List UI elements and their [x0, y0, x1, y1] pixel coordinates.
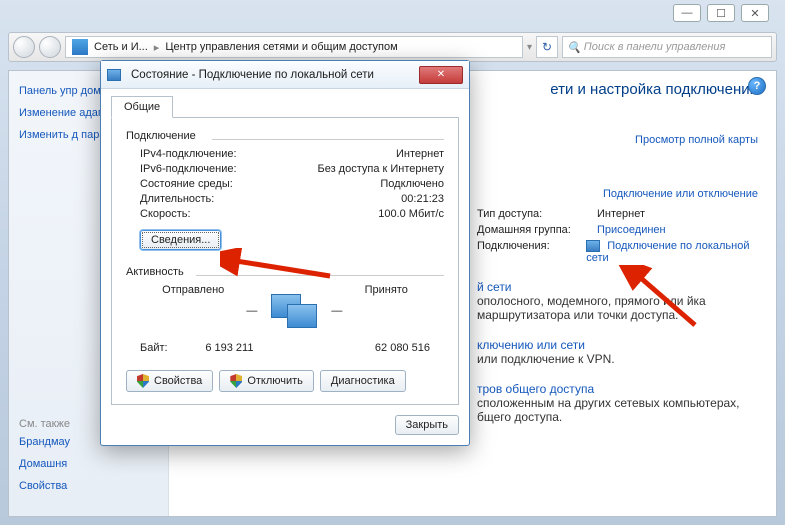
section-new-network[interactable]: й сети	[477, 280, 758, 294]
section-connect[interactable]: ключению или сети	[477, 338, 758, 352]
search-input[interactable]: 🔍 Поиск в панели управления	[562, 36, 772, 58]
speed-value: 100.0 Мбит/с	[378, 208, 444, 220]
section-desc: сположенным на других сетевых компьютера…	[477, 396, 758, 424]
lan-connection-link[interactable]: Подключение по локальной сети	[586, 240, 749, 264]
shield-icon	[230, 374, 242, 388]
access-type-value: Интернет	[597, 208, 645, 220]
help-icon[interactable]: ?	[748, 77, 766, 95]
window-controls: — ☐ ✕	[673, 4, 769, 22]
network-center-icon	[72, 39, 88, 55]
network-adapter-icon	[586, 240, 600, 252]
bytes-row: Байт: 6 193 211 62 080 516	[140, 342, 430, 354]
magnifier-icon: 🔍	[567, 41, 581, 54]
forward-button[interactable]	[39, 36, 61, 58]
maximize-button[interactable]: ☐	[707, 4, 735, 22]
disable-button-label: Отключить	[247, 375, 303, 387]
close-window-button[interactable]: ✕	[741, 4, 769, 22]
connect-disconnect-link[interactable]: Подключение или отключение	[603, 188, 758, 200]
tab-panel: Подключение IPv4-подключение: Интернет IP…	[111, 117, 459, 405]
back-button[interactable]	[13, 36, 35, 58]
access-type-label: Тип доступа:	[477, 208, 597, 220]
homegroup-label: Домашняя группа:	[477, 224, 597, 236]
ipv4-label: IPv4-подключение:	[140, 148, 237, 160]
shield-icon	[137, 374, 149, 388]
group-connection: Подключение	[126, 130, 444, 142]
properties-button-label: Свойства	[154, 375, 202, 387]
close-button[interactable]: Закрыть	[395, 415, 459, 435]
section-sharing[interactable]: тров общего доступа	[477, 382, 758, 396]
properties-button[interactable]: Свойства	[126, 370, 213, 392]
diagnose-button[interactable]: Диагностика	[320, 370, 406, 392]
toolbar: Сеть и И... ▸ Центр управления сетями и …	[8, 32, 777, 62]
connections-label: Подключения:	[477, 240, 586, 264]
chevron-right-icon: ▸	[154, 41, 160, 54]
dialog-titlebar[interactable]: Состояние - Подключение по локальной сет…	[101, 61, 469, 89]
dialog-close-button[interactable]: ✕	[419, 66, 463, 84]
media-state-value: Подключено	[380, 178, 444, 190]
duration-value: 00:21:23	[401, 193, 444, 205]
speed-label: Скорость:	[140, 208, 191, 220]
activity-header: Отправлено —— Принято	[140, 284, 430, 338]
ipv4-value: Интернет	[396, 148, 444, 160]
breadcrumb-dropdown-button[interactable]: ▾	[527, 42, 532, 53]
disable-button[interactable]: Отключить	[219, 370, 314, 392]
details-button[interactable]: Сведения...	[140, 230, 221, 250]
bytes-sent-value: 6 193 211	[205, 342, 253, 354]
minimize-button[interactable]: —	[673, 4, 701, 22]
received-label: Принято	[365, 284, 408, 338]
homegroup-link[interactable]: Присоединен	[597, 224, 666, 236]
dialog-title: Состояние - Подключение по локальной сет…	[131, 69, 374, 81]
status-dialog: Состояние - Подключение по локальной сет…	[100, 60, 470, 446]
media-state-label: Состояние среды:	[140, 178, 233, 190]
ipv6-label: IPv6-подключение:	[140, 163, 237, 175]
network-adapter-icon	[107, 69, 121, 81]
search-placeholder: Поиск в панели управления	[584, 41, 726, 53]
section-desc: или подключение к VPN.	[477, 352, 758, 366]
ipv6-value: Без доступа к Интернету	[317, 163, 444, 175]
breadcrumb-part[interactable]: Центр управления сетями и общим доступом	[165, 41, 397, 53]
bytes-label: Байт:	[140, 342, 168, 354]
breadcrumb-part[interactable]: Сеть и И...	[94, 41, 148, 53]
sent-label: Отправлено	[162, 284, 224, 338]
sidebar-link-homegroup[interactable]: Домашня	[19, 458, 158, 470]
duration-label: Длительность:	[140, 193, 214, 205]
refresh-button[interactable]: ↻	[536, 36, 558, 58]
view-map-link[interactable]: Просмотр полной карты	[635, 134, 758, 146]
tab-general[interactable]: Общие	[111, 96, 173, 118]
activity-icon: ——	[246, 294, 342, 328]
bytes-received-value: 62 080 516	[375, 342, 430, 354]
breadcrumb[interactable]: Сеть и И... ▸ Центр управления сетями и …	[65, 36, 523, 58]
section-desc: ополосного, модемного, прямого или йка м…	[477, 294, 758, 322]
group-activity: Активность	[126, 266, 444, 278]
sidebar-link-internet-options[interactable]: Свойства	[19, 480, 158, 492]
